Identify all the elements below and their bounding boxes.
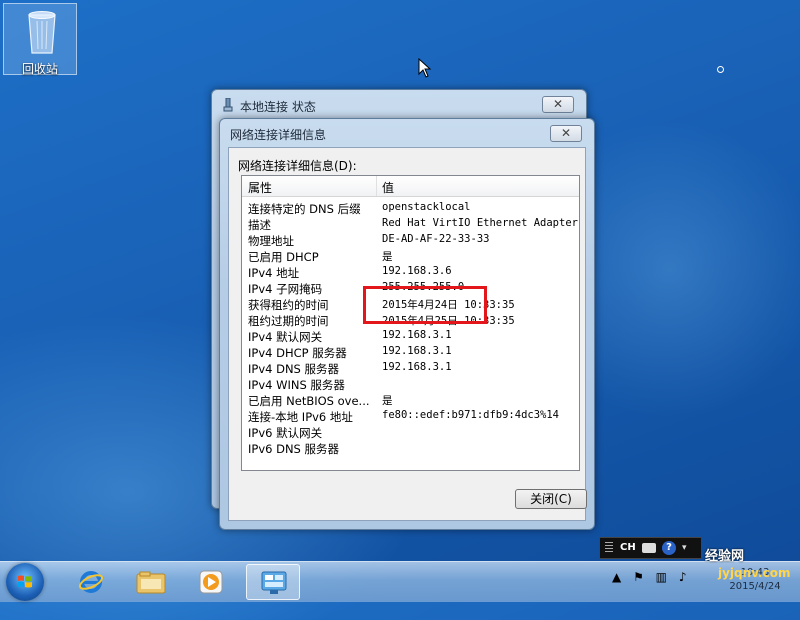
row-property: IPv4 默认网关 xyxy=(248,330,323,344)
grip-handle-icon[interactable] xyxy=(605,542,613,554)
taskbar-network-connections[interactable] xyxy=(246,564,300,600)
internet-explorer-icon xyxy=(78,571,104,593)
close-button[interactable]: ✕ xyxy=(542,96,574,113)
row-value: Red Hat VirtIO Ethernet Adapter xyxy=(382,217,578,229)
taskbar-internet-explorer[interactable] xyxy=(64,564,118,600)
taskbar-media-player[interactable] xyxy=(184,564,238,600)
keyboard-icon[interactable] xyxy=(642,543,656,553)
table-row[interactable]: IPv6 默认网关 xyxy=(242,424,579,440)
row-value: 是 xyxy=(382,395,393,407)
row-property: IPv4 DNS 服务器 xyxy=(248,362,340,376)
network-connection-details-dialog[interactable]: 网络连接详细信息 ✕ 网络连接详细信息(D): 属性 值 连接特定的 DNS 后… xyxy=(219,118,595,530)
row-property: 连接-本地 IPv6 地址 xyxy=(248,410,353,424)
options-arrow-icon[interactable]: ▾ xyxy=(682,543,687,553)
row-value: DE-AD-AF-22-33-33 xyxy=(382,233,490,245)
row-property: IPv4 子网掩码 xyxy=(248,282,323,296)
folder-icon xyxy=(136,571,166,594)
details-listview[interactable]: 属性 值 连接特定的 DNS 后缀 openstacklocal 描述 Red … xyxy=(241,175,580,471)
table-row[interactable]: IPv4 DNS 服务器 192.168.3.1 xyxy=(242,360,579,376)
row-value: 192.168.3.1 xyxy=(382,361,452,373)
row-value: 是 xyxy=(382,251,393,263)
windows-logo-icon xyxy=(18,575,32,588)
row-property: 已启用 NetBIOS ove... xyxy=(248,394,370,408)
row-property: IPv6 DNS 服务器 xyxy=(248,442,340,456)
network-adapter-icon xyxy=(223,98,233,112)
small-circle-marker xyxy=(717,66,724,73)
table-row[interactable]: 物理地址 DE-AD-AF-22-33-33 xyxy=(242,232,579,248)
close-dialog-button[interactable]: 关闭(C) xyxy=(515,489,587,509)
column-header-property[interactable]: 属性 xyxy=(248,179,272,196)
row-property: IPv4 WINS 服务器 xyxy=(248,378,345,392)
clock-date: 2015/4/24 xyxy=(729,581,781,592)
recycle-bin-icon xyxy=(28,11,56,54)
input-language-indicator[interactable]: CH xyxy=(620,542,636,553)
start-button[interactable] xyxy=(6,563,44,601)
window-title: 本地连接 状态 xyxy=(240,100,316,114)
row-value: 192.168.3.6 xyxy=(382,265,452,277)
row-property: IPv4 地址 xyxy=(248,266,300,280)
row-value: openstacklocal xyxy=(382,201,471,213)
recycle-bin-label: 回收站 xyxy=(21,62,58,76)
row-property: 连接特定的 DNS 后缀 xyxy=(248,202,361,216)
taskbar: ▲ ⚑ ▥ ♪ 10:43 2015/4/24 xyxy=(0,561,800,602)
row-property: 已启用 DHCP xyxy=(248,250,319,264)
row-property: IPv4 DHCP 服务器 xyxy=(248,346,347,360)
dialog-title: 网络连接详细信息 xyxy=(230,128,327,142)
table-row[interactable]: 描述 Red Hat VirtIO Ethernet Adapter xyxy=(242,216,579,232)
media-player-icon xyxy=(199,570,223,594)
red-highlight-box xyxy=(363,286,487,324)
watermark-url: jyjqnv.com xyxy=(718,566,791,580)
listview-header: 属性 值 xyxy=(242,176,579,197)
volume-icon[interactable]: ♪ xyxy=(679,570,687,584)
row-value: fe80::edef:b971:dfb9:4dc3%14 xyxy=(382,409,560,421)
table-row[interactable]: IPv6 DNS 服务器 xyxy=(242,440,579,456)
dialog-content: 网络连接详细信息(D): 属性 值 连接特定的 DNS 后缀 openstack… xyxy=(228,147,587,521)
table-row[interactable]: IPv4 地址 192.168.3.6 xyxy=(242,264,579,280)
network-icon[interactable]: ▥ xyxy=(656,570,667,584)
system-tray: ▲ ⚑ ▥ ♪ xyxy=(612,570,695,584)
control-panel-icon xyxy=(261,571,287,594)
language-bar[interactable]: CH ? ▾ xyxy=(599,537,702,559)
table-row[interactable]: 连接特定的 DNS 后缀 openstacklocal xyxy=(242,200,579,216)
table-row[interactable]: IPv4 WINS 服务器 xyxy=(242,376,579,392)
row-property: 物理地址 xyxy=(248,234,294,248)
row-property: 描述 xyxy=(248,218,271,232)
table-row[interactable]: 连接-本地 IPv6 地址 fe80::edef:b971:dfb9:4dc3%… xyxy=(242,408,579,424)
row-property: IPv6 默认网关 xyxy=(248,426,323,440)
row-value: 192.168.3.1 xyxy=(382,329,452,341)
watermark-text: 经验网 xyxy=(705,549,745,564)
column-header-value[interactable]: 值 xyxy=(382,179,394,196)
help-icon[interactable]: ? xyxy=(662,541,676,555)
table-row[interactable]: 已启用 DHCP 是 xyxy=(242,248,579,264)
details-list-label: 网络连接详细信息(D): xyxy=(238,159,357,173)
close-icon: ✕ xyxy=(560,126,572,140)
taskbar-file-explorer[interactable] xyxy=(124,564,178,600)
flag-icon[interactable]: ⚑ xyxy=(633,570,644,584)
row-property: 获得租约的时间 xyxy=(248,298,329,312)
row-property: 租约过期的时间 xyxy=(248,314,329,328)
close-icon: ✕ xyxy=(552,97,564,111)
row-value: 192.168.3.1 xyxy=(382,345,452,357)
table-row[interactable]: IPv4 DHCP 服务器 192.168.3.1 xyxy=(242,344,579,360)
show-hidden-icons-arrow-icon[interactable]: ▲ xyxy=(612,570,621,584)
mouse-cursor-icon xyxy=(418,58,432,78)
dialog-close-button[interactable]: ✕ xyxy=(550,125,582,142)
table-row[interactable]: IPv4 默认网关 192.168.3.1 xyxy=(242,328,579,344)
recycle-bin-desktop-icon[interactable]: 回收站 xyxy=(3,3,77,76)
table-row[interactable]: 已启用 NetBIOS ove... 是 xyxy=(242,392,579,408)
